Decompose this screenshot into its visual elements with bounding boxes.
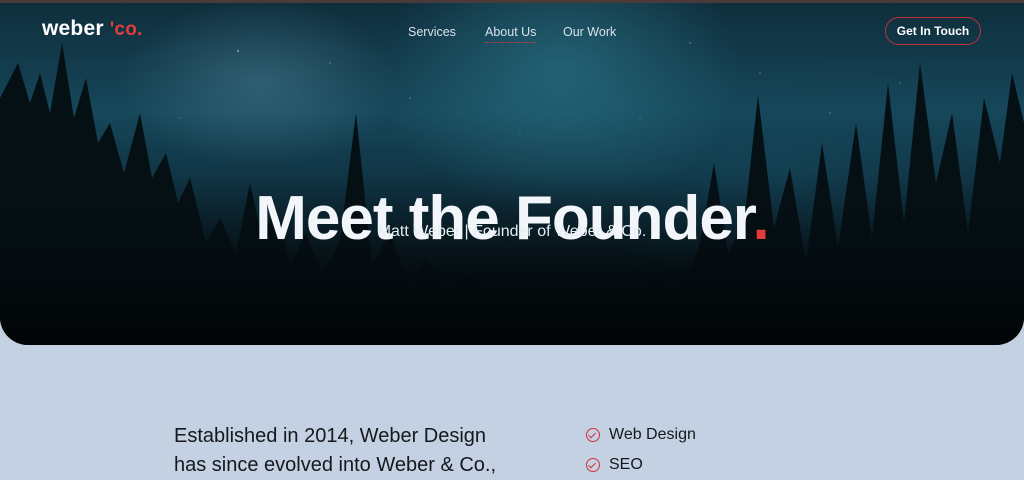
hero-title: Meet the Founder. <box>0 183 1024 254</box>
hero-title-dot: . <box>752 183 770 253</box>
service-label: SEO <box>609 456 643 473</box>
service-item: Web Design <box>586 420 696 450</box>
check-circle-icon <box>586 428 600 442</box>
service-label: Web Design <box>609 426 696 443</box>
hero-banner: weber 'co. Services About Us Our Work Ge… <box>0 3 1024 345</box>
get-in-touch-button[interactable]: Get In Touch <box>885 17 981 45</box>
intro-line-1: Established in 2014, Weber Design <box>174 425 487 447</box>
services-list: Web Design SEO <box>586 420 696 480</box>
hero-subtitle: Matt Weber | Founder of Weber & Co. <box>377 223 647 240</box>
check-circle-icon <box>586 458 600 472</box>
forest-silhouette <box>0 43 1024 345</box>
hero-title-text: Meet the Founder <box>255 183 753 253</box>
nav-link-our-work[interactable]: Our Work <box>563 25 616 39</box>
intro-text: Established in 2014, Weber Design has si… <box>174 422 554 480</box>
intro-line-2: has since evolved into Weber & Co., <box>174 454 497 476</box>
main-nav: Services About Us Our Work <box>0 25 1024 45</box>
nav-link-about-us[interactable]: About Us <box>485 25 537 43</box>
service-item: SEO <box>586 450 696 480</box>
nav-link-services[interactable]: Services <box>408 25 456 39</box>
